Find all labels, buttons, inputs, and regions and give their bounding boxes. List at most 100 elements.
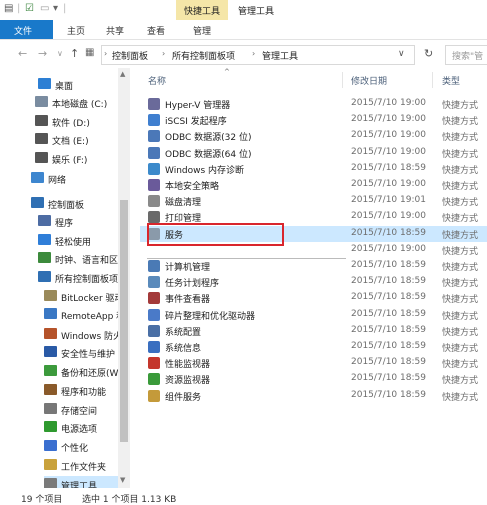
sort-ascending-icon: ^ xyxy=(224,68,230,76)
file-type: 快捷方式 xyxy=(442,279,479,290)
sidebar-item[interactable]: 电源选项 xyxy=(44,419,118,437)
tab-file[interactable]: 文件 xyxy=(0,20,53,39)
sidebar-item[interactable]: 娱乐 (F:) xyxy=(35,150,118,168)
sidebar-item[interactable]: 桌面 xyxy=(38,76,118,94)
odbc-icon xyxy=(148,146,160,159)
drag-tooltip xyxy=(147,246,346,259)
breadcrumb-all-items[interactable]: 所有控制面板项 xyxy=(172,49,235,62)
power-icon xyxy=(44,421,57,432)
scroll-down-icon[interactable]: ▼ xyxy=(120,476,125,484)
sidebar-item[interactable]: Windows 防火 xyxy=(44,326,122,344)
sidebar-item[interactable]: BitLocker 驱动 xyxy=(44,288,124,306)
properties-icon[interactable]: ☑ xyxy=(25,3,34,14)
file-row[interactable]: 磁盘清理 2015/7/10 19:01 快捷方式 xyxy=(140,193,487,209)
file-type: 快捷方式 xyxy=(442,230,479,241)
file-name: 系统配置 xyxy=(165,327,202,338)
sidebar-item[interactable]: 控制面板 xyxy=(31,195,118,213)
file-row[interactable]: 任务计划程序 2015/7/10 18:59 快捷方式 xyxy=(140,274,487,290)
file-row[interactable]: 本地安全策略 2015/7/10 19:00 快捷方式 xyxy=(140,177,487,193)
file-type: 快捷方式 xyxy=(442,360,479,371)
contextual-tab-label: 快捷工具 xyxy=(184,7,221,17)
sidebar-item[interactable]: 程序和功能 xyxy=(44,382,118,400)
sidebar-item-label: 网络 xyxy=(48,176,67,186)
tab-share[interactable]: 共享 xyxy=(106,24,124,37)
file-row[interactable]: 组件服务 2015/7/10 18:59 快捷方式 xyxy=(140,388,487,404)
navigation-bar: ← → ∨ ↑ ▦ › 控制面板 › 所有控制面板项 › 管理工具 ∨ ↻ 搜索… xyxy=(0,40,487,68)
breadcrumb-admin-tools[interactable]: 管理工具 xyxy=(262,49,298,62)
search-input[interactable]: 搜索"管 xyxy=(445,45,487,65)
address-dropdown-icon[interactable]: ∨ xyxy=(398,49,405,59)
sidebar-item[interactable]: 管理工具 xyxy=(44,476,118,488)
file-date: 2015/7/10 19:00 xyxy=(351,179,426,189)
file-row[interactable]: 事件查看器 2015/7/10 18:59 快捷方式 xyxy=(140,290,487,306)
recent-locations-icon[interactable]: ∨ xyxy=(57,49,63,58)
sidebar-item[interactable]: 所有控制面板项 xyxy=(38,269,118,287)
file-type: 快捷方式 xyxy=(442,133,479,144)
file-name: 磁盘清理 xyxy=(165,198,202,209)
column-header-type[interactable]: 类型 xyxy=(442,74,460,87)
sidebar-item[interactable]: 备份和还原(Wi xyxy=(44,363,121,381)
sidebar-item[interactable]: 安全性与维护 xyxy=(44,344,118,362)
tab-view[interactable]: 查看 xyxy=(147,24,165,37)
sidebar-item[interactable]: 文档 (E:) xyxy=(35,131,118,149)
drive-icon xyxy=(35,96,48,107)
scroll-up-icon[interactable]: ▲ xyxy=(120,70,125,78)
back-arrow-icon[interactable]: ← xyxy=(18,47,27,60)
file-date: 2015/7/10 18:59 xyxy=(351,308,426,319)
tab-manage[interactable]: 管理 xyxy=(193,24,211,37)
sidebar-item-label: BitLocker 驱动 xyxy=(61,294,124,304)
drive-icon xyxy=(35,133,48,144)
refresh-icon[interactable]: ↻ xyxy=(424,47,433,60)
file-row[interactable]: 系统配置 2015/7/10 18:59 快捷方式 xyxy=(140,323,487,339)
file-row[interactable]: 系统信息 2015/7/10 18:59 快捷方式 xyxy=(140,339,487,355)
file-row[interactable]: ODBC 数据源(32 位) 2015/7/10 19:00 快捷方式 xyxy=(140,128,487,144)
clock-icon xyxy=(38,252,51,263)
sidebar-item[interactable]: 本地磁盘 (C:) xyxy=(35,94,118,112)
item-count: 19 个项目 xyxy=(21,495,63,505)
column-divider[interactable] xyxy=(342,72,343,88)
file-row[interactable]: 碎片整理和优化驱动器 2015/7/10 18:59 快捷方式 xyxy=(140,307,487,323)
breadcrumb-chevron-icon[interactable]: › xyxy=(104,49,107,58)
sidebar-item-label: 时钟、语言和区域 xyxy=(55,256,128,266)
sidebar-item[interactable]: RemoteApp 和 xyxy=(44,306,125,324)
up-arrow-icon[interactable]: ↑ xyxy=(70,47,79,60)
memory-icon xyxy=(148,162,160,175)
odbc-icon xyxy=(148,130,160,143)
file-date: 2015/7/10 18:59 xyxy=(351,292,426,303)
sidebar-item[interactable]: 时钟、语言和区域 xyxy=(38,250,127,268)
file-row[interactable]: 资源监视器 2015/7/10 18:59 快捷方式 xyxy=(140,371,487,387)
sidebar-scrollbar[interactable]: ▲ ▼ xyxy=(118,68,130,488)
tab-home[interactable]: 主页 xyxy=(67,24,85,37)
file-row[interactable]: iSCSI 发起程序 2015/7/10 19:00 快捷方式 xyxy=(140,112,487,128)
sidebar-item[interactable]: 网络 xyxy=(31,170,118,188)
contextual-tab-shortcut-tools: 快捷工具 xyxy=(176,0,228,20)
flag-icon xyxy=(44,346,57,357)
print-icon xyxy=(148,211,160,224)
breadcrumb-chevron-icon[interactable]: › xyxy=(162,49,165,58)
file-name: 任务计划程序 xyxy=(165,279,220,290)
sidebar-item[interactable]: 程序 xyxy=(38,213,118,231)
qat-dropdown-icon[interactable]: ▾ xyxy=(53,3,58,14)
forward-arrow-icon[interactable]: → xyxy=(38,47,47,60)
file-row[interactable]: Windows 内存诊断 2015/7/10 18:59 快捷方式 xyxy=(140,161,487,177)
file-name: Hyper-V 管理器 xyxy=(165,101,231,111)
sidebar-item[interactable]: 个性化 xyxy=(44,438,118,456)
file-row[interactable]: 性能监视器 2015/7/10 18:59 快捷方式 xyxy=(140,355,487,371)
new-folder-icon[interactable]: ▭ xyxy=(40,3,49,14)
address-bar[interactable]: › 控制面板 › 所有控制面板项 › 管理工具 ∨ xyxy=(101,45,415,65)
sidebar-item[interactable]: 工作文件夹 xyxy=(44,457,118,475)
file-row[interactable]: 计算机管理 2015/7/10 18:59 快捷方式 xyxy=(140,258,487,274)
breadcrumb-chevron-icon[interactable]: › xyxy=(252,49,255,58)
sidebar-item[interactable]: 软件 (D:) xyxy=(35,113,118,131)
file-name: iSCSI 发起程序 xyxy=(165,117,227,128)
file-row[interactable]: Hyper-V 管理器 2015/7/10 19:00 快捷方式 xyxy=(140,96,487,112)
file-date: 2015/7/10 18:59 xyxy=(351,260,426,270)
file-row[interactable]: ODBC 数据源(64 位) 2015/7/10 19:00 快捷方式 xyxy=(140,145,487,161)
column-header-name[interactable]: 名称 xyxy=(148,74,166,87)
breadcrumb-control-panel[interactable]: 控制面板 xyxy=(112,49,148,62)
column-header-date[interactable]: 修改日期 xyxy=(351,74,387,87)
sidebar-item[interactable]: 存储空间 xyxy=(44,401,118,419)
sidebar-item[interactable]: 轻松使用 xyxy=(38,232,118,250)
scrollbar-thumb[interactable] xyxy=(120,200,128,442)
column-divider[interactable] xyxy=(432,72,433,88)
